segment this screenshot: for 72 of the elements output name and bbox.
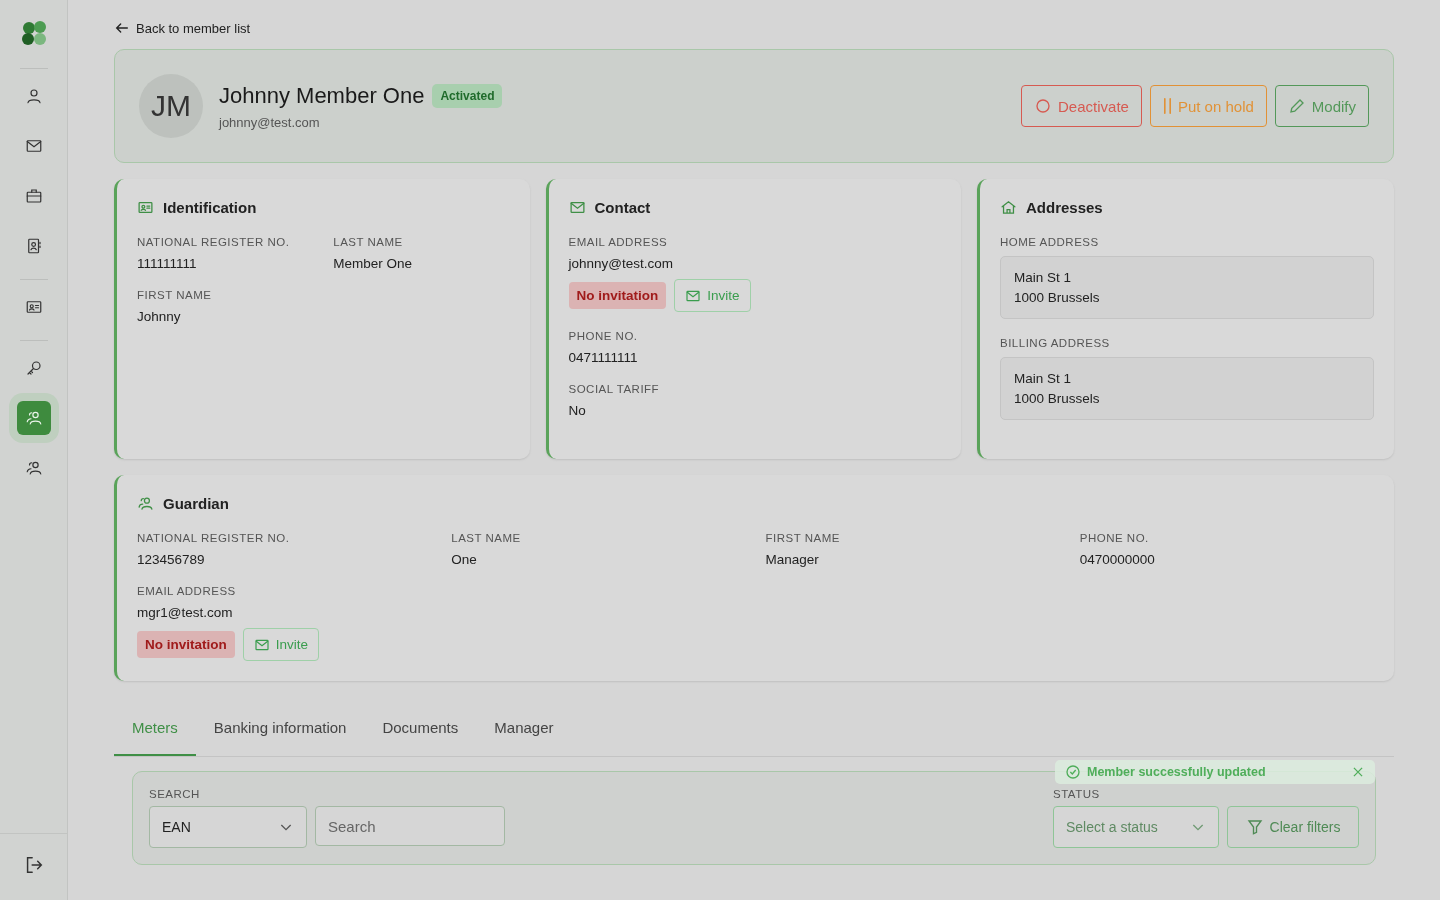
hold-button[interactable]: Put on hold — [1149, 85, 1267, 127]
tab[interactable]: Meters — [114, 705, 196, 756]
invite-button[interactable]: Invite — [242, 628, 320, 661]
field-label: FIRST NAME — [137, 289, 212, 301]
member-name: Johnny Member One — [219, 82, 425, 109]
invitation-badge: No invitation — [137, 631, 235, 658]
circle-icon — [1034, 97, 1053, 115]
field-value: 123456789 — [137, 552, 205, 567]
field-label: EMAIL ADDRESS — [137, 585, 236, 597]
member-email: johnny@test.com — [219, 114, 321, 130]
tab[interactable]: Banking information — [195, 705, 365, 756]
filter-icon — [1245, 818, 1264, 836]
pause-icon — [1162, 97, 1172, 115]
toast-message: Member successfully updated — [1087, 765, 1266, 779]
field-value: Johnny — [137, 309, 181, 324]
field-value: One — [451, 552, 477, 567]
search-type-select[interactable]: EAN — [149, 806, 307, 848]
card-title: Identification — [163, 199, 257, 216]
field-value: No — [568, 403, 586, 418]
deactivate-button[interactable]: Deactivate — [1021, 85, 1142, 127]
field-value: Manager — [765, 552, 819, 567]
avatar: JM — [139, 74, 203, 138]
tab[interactable]: Manager — [476, 705, 572, 756]
field-label: PHONE NO. — [568, 330, 638, 342]
filter-label: SEARCH — [149, 788, 201, 800]
person-icon — [24, 87, 43, 105]
field-label: HOME ADDRESS — [1000, 236, 1099, 248]
field-label: BILLING ADDRESS — [1000, 337, 1110, 349]
filter-label: STATUS — [1053, 788, 1101, 800]
people-icon — [137, 495, 154, 512]
field-label: EMAIL ADDRESS — [568, 236, 668, 248]
house-icon — [1000, 199, 1017, 216]
invite-button[interactable]: Invite — [674, 279, 751, 312]
tab[interactable]: Documents — [364, 705, 477, 756]
mail-icon — [24, 137, 43, 155]
status-badge: Activated — [432, 83, 503, 108]
field-label: FIRST NAME — [765, 532, 840, 544]
idcard-icon — [24, 298, 43, 316]
search-field[interactable]: Search — [315, 806, 505, 846]
address-line: Main St 1 — [1014, 270, 1073, 285]
id-card-icon — [137, 199, 154, 216]
modify-button[interactable]: Modify — [1274, 85, 1369, 127]
field-value: 111111111 — [137, 256, 197, 271]
field-label: LAST NAME — [333, 236, 403, 248]
field-value: 0471111111 — [568, 350, 638, 365]
field-label: PHONE NO. — [1079, 532, 1149, 544]
card-title: Guardian — [163, 495, 229, 512]
close-icon — [1351, 765, 1365, 779]
field-label: NATIONAL REGISTER NO. — [137, 236, 290, 248]
status-select[interactable]: Select a status — [1053, 806, 1219, 848]
field-value: johnny@test.com — [568, 256, 673, 271]
clear-filters-button[interactable]: Clear filters — [1227, 806, 1359, 848]
address-line: 1000 Brussels — [1014, 290, 1101, 305]
field-label: LAST NAME — [451, 532, 521, 544]
pencil-icon — [1287, 97, 1306, 115]
mail-icon — [568, 199, 586, 216]
back-link[interactable]: Back to member list — [114, 20, 251, 36]
field-label: SOCIAL TARIFF — [568, 383, 660, 395]
field-value: mgr1@test.com — [137, 605, 233, 620]
invitation-badge: No invitation — [568, 282, 667, 309]
field-label: NATIONAL REGISTER NO. — [137, 532, 290, 544]
address-line: Main St 1 — [1014, 371, 1073, 386]
case-icon — [24, 187, 43, 205]
arrow-left-icon — [114, 20, 130, 36]
field-value: 0470000000 — [1079, 552, 1155, 567]
address-line: 1000 Brussels — [1014, 391, 1101, 406]
field-value: Member One — [333, 256, 413, 271]
people-icon — [24, 409, 43, 427]
card-title: Contact — [594, 199, 651, 216]
people-icon — [24, 459, 43, 477]
card-title: Addresses — [1026, 199, 1103, 216]
check-circle-icon — [1065, 764, 1081, 780]
